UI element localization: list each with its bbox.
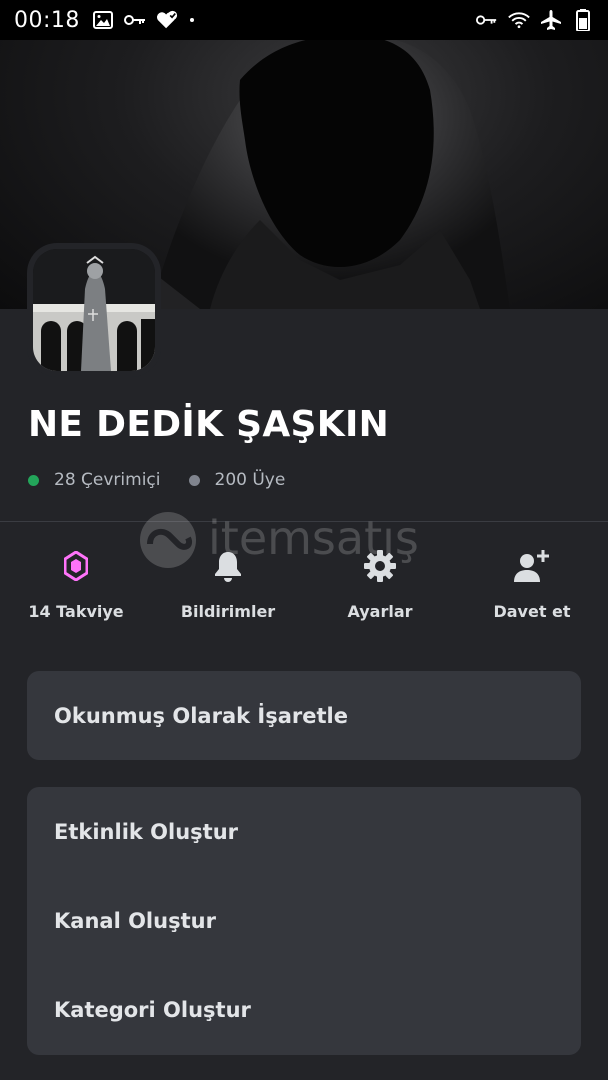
create-event-button[interactable]: Etkinlik Oluştur (27, 787, 581, 876)
heart-check-icon (156, 9, 178, 31)
online-count: 28 Çevrimiçi (28, 470, 161, 490)
create-channel-button[interactable]: Kanal Oluştur (27, 876, 581, 965)
server-actions: 14 Takviye Bildirimler Ayarlar Davet et (0, 540, 608, 630)
status-right-icons (476, 9, 594, 31)
gear-icon (360, 546, 400, 586)
member-count: 200 Üye (188, 470, 286, 490)
create-category-button[interactable]: Kategori Oluştur (27, 965, 581, 1054)
status-bar: 00:18 (0, 0, 608, 40)
battery-icon (572, 9, 594, 31)
create-menu-card: Etkinlik Oluştur Kanal Oluştur Kategori … (27, 787, 581, 1055)
server-icon-image (33, 249, 155, 371)
settings-label: Ayarlar (347, 602, 413, 621)
notification-dot-icon (189, 18, 194, 22)
invite-button[interactable]: Davet et (456, 540, 608, 630)
notifications-label: Bildirimler (180, 602, 276, 621)
key-icon (476, 9, 498, 31)
settings-button[interactable]: Ayarlar (304, 540, 456, 630)
members-dot-icon (188, 474, 200, 486)
online-dot-icon (28, 474, 39, 486)
status-time: 00:18 (14, 7, 80, 33)
server-name: NE DEDİK ŞAŞKIN (28, 404, 390, 445)
online-label: 28 Çevrimiçi (54, 470, 161, 490)
boost-gem-icon (56, 546, 96, 586)
mark-as-read-button[interactable]: Okunmuş Olarak İşaretle (27, 671, 581, 760)
boost-button[interactable]: 14 Takviye (0, 540, 152, 630)
server-stats: 28 Çevrimiçi 200 Üye (28, 470, 313, 490)
status-left-icons (92, 9, 194, 31)
wifi-icon (508, 9, 530, 31)
airplane-icon (540, 9, 562, 31)
notifications-button[interactable]: Bildirimler (152, 540, 304, 630)
image-icon (92, 9, 114, 31)
mark-read-card: Okunmuş Olarak İşaretle (27, 671, 581, 760)
server-icon[interactable] (27, 243, 161, 377)
key-icon (123, 9, 146, 31)
invite-label: Davet et (493, 602, 571, 621)
members-label: 200 Üye (214, 470, 286, 490)
boost-label: 14 Takviye (28, 602, 124, 621)
bell-icon (208, 546, 248, 586)
add-user-icon (512, 546, 552, 586)
